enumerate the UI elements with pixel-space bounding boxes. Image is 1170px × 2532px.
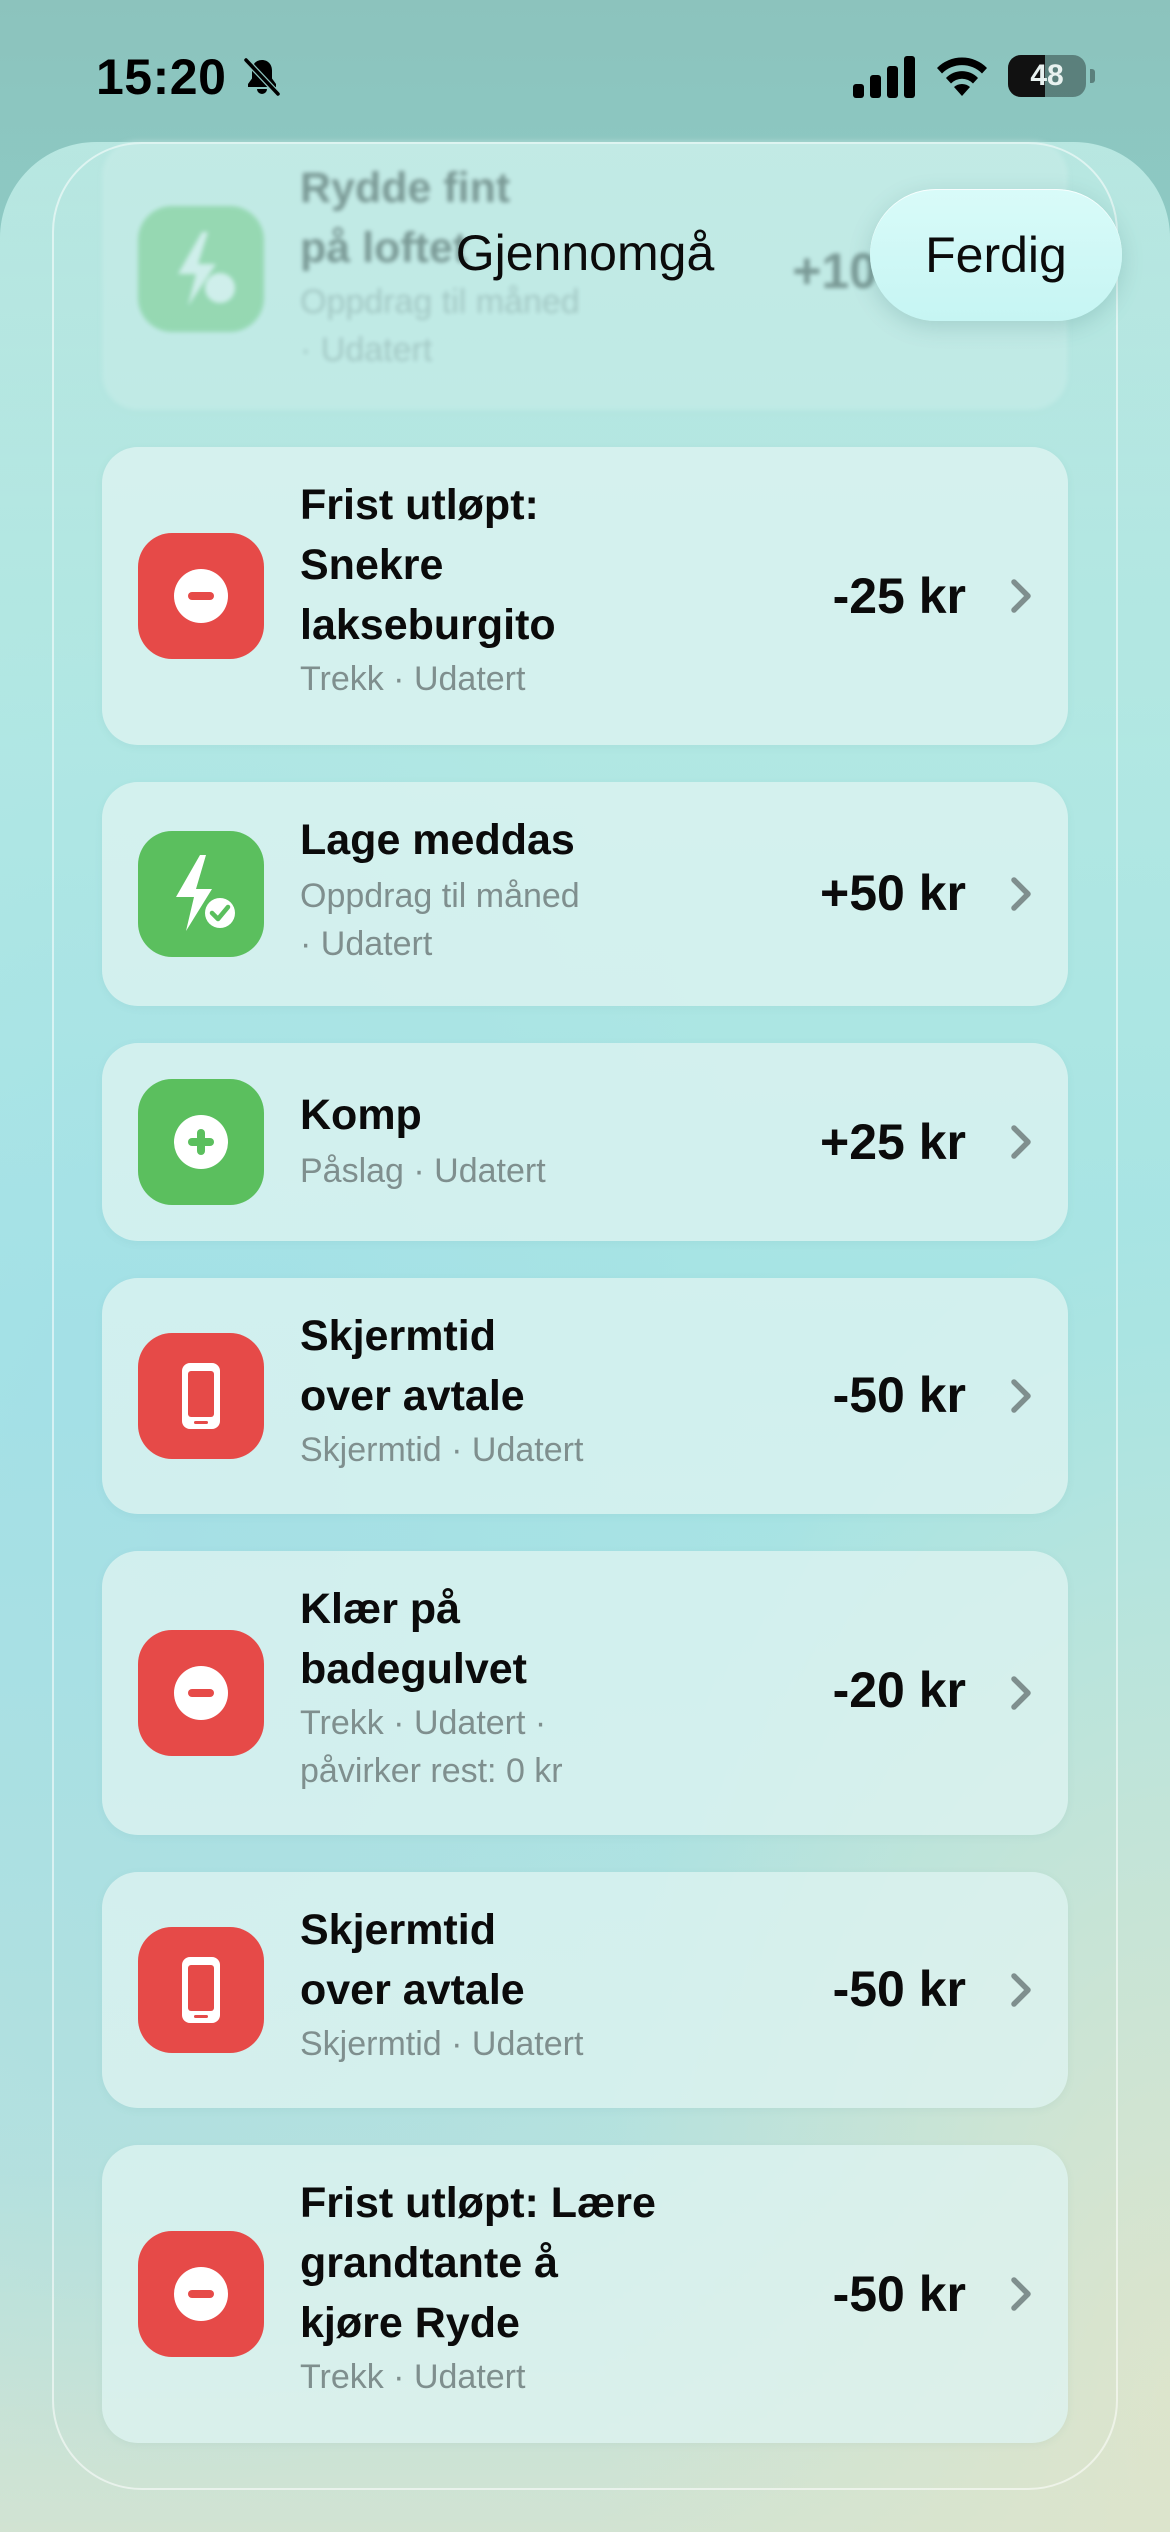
- list-item[interactable]: Skjermtid over avtale Skjermtid · Udatert -…: [102, 1872, 1068, 2108]
- item-title: Frist utløpt: Lære grandtante å kjøre Ryde: [300, 2173, 730, 2353]
- item-subtitle-line: Påslag · Udatert: [300, 1152, 546, 1190]
- item-title-line: grandtante å: [300, 2239, 559, 2287]
- phone-icon: [138, 1927, 264, 2053]
- item-subtitle: Påslag · Udatert: [300, 1147, 700, 1195]
- list-item[interactable]: Lage meddas Oppdrag til måned · Udatert +50…: [102, 782, 1068, 1006]
- item-title-line: Frist utløpt: Lære: [300, 2179, 656, 2227]
- minus-circle-icon: [138, 1630, 264, 1756]
- chevron-right-icon: [1011, 1379, 1031, 1413]
- minus-circle-icon: [138, 2231, 264, 2357]
- item-subtitle: Skjermtid · Udatert: [300, 1426, 700, 1474]
- item-title: Frist utløpt: Snekre lakseburgito: [300, 475, 730, 655]
- item-subtitle-line: Skjermtid · Udatert: [300, 2025, 584, 2063]
- status-time: 15:20: [96, 49, 227, 105]
- lightning-check-icon: [138, 831, 264, 957]
- item-subtitle-line: Trekk · Udatert ·: [300, 1704, 547, 1742]
- done-button[interactable]: Ferdig: [870, 189, 1122, 321]
- item-title-line: over avtale: [300, 1372, 525, 1420]
- item-amount: -20 kr: [832, 1662, 966, 1718]
- item-subtitle-line: · Udatert: [300, 331, 433, 369]
- battery-indicator: 48: [1008, 55, 1096, 99]
- item-title-line: Rydde fint: [300, 164, 511, 212]
- status-bar: 15:20 48: [0, 0, 1170, 150]
- chevron-right-icon: [1011, 2277, 1031, 2311]
- item-subtitle-line: Trekk · Udatert: [300, 2358, 526, 2396]
- item-title-line: over avtale: [300, 1966, 525, 2014]
- item-title: Lage meddas: [300, 810, 730, 870]
- item-subtitle-line: Skjermtid · Udatert: [300, 1431, 584, 1469]
- cellular-signal-icon: [853, 56, 915, 98]
- item-title-line: Skjermtid: [300, 1906, 496, 1954]
- battery-percent: 48: [1030, 59, 1064, 92]
- list-item[interactable]: Skjermtid over avtale Skjermtid · Udatert -…: [102, 1278, 1068, 1514]
- item-title-line: Skjermtid: [300, 1312, 496, 1360]
- item-subtitle: Trekk · Udatert: [300, 655, 700, 703]
- item-title: Skjermtid over avtale: [300, 1900, 730, 2020]
- item-title-line: lakseburgito: [300, 601, 556, 649]
- item-amount: -25 kr: [832, 568, 966, 624]
- plus-circle-icon: [138, 1079, 264, 1205]
- item-subtitle: Skjermtid · Udatert: [300, 2020, 700, 2068]
- item-title-line: Frist utløpt:: [300, 481, 539, 529]
- item-subtitle-line: Oppdrag til måned: [300, 283, 580, 321]
- chevron-right-icon: [1011, 1973, 1031, 2007]
- item-subtitle-line: · Udatert: [300, 925, 433, 963]
- item-amount: -50 kr: [832, 1961, 966, 2017]
- item-title-line: Klær på: [300, 1585, 461, 1633]
- chevron-right-icon: [1011, 1125, 1031, 1159]
- list-item[interactable]: Klær på badegulvet Trekk · Udatert · påvirk…: [102, 1551, 1068, 1835]
- item-title-line: Snekre: [300, 541, 444, 589]
- item-subtitle-line: Trekk · Udatert: [300, 660, 526, 698]
- phone-icon: [138, 1333, 264, 1459]
- item-title: Komp: [300, 1085, 730, 1145]
- item-amount: +25 kr: [820, 1114, 966, 1170]
- item-title-line: kjøre Ryde: [300, 2299, 520, 2347]
- item-subtitle: Trekk · Udatert: [300, 2353, 700, 2401]
- item-subtitle: Oppdrag til måned · Udatert: [300, 872, 700, 968]
- minus-circle-icon: [138, 533, 264, 659]
- item-amount: -50 kr: [832, 1367, 966, 1423]
- bell-slash-icon: [243, 57, 281, 97]
- list-item[interactable]: Frist utløpt: Lære grandtante å kjøre Ryde…: [102, 2145, 1068, 2443]
- item-subtitle: Trekk · Udatert · påvirker rest: 0 kr: [300, 1699, 700, 1795]
- list-item[interactable]: Komp Påslag · Udatert +25 kr: [102, 1043, 1068, 1241]
- item-title: Skjermtid over avtale: [300, 1306, 730, 1426]
- item-title-line: badegulvet: [300, 1645, 527, 1693]
- chevron-right-icon: [1011, 877, 1031, 911]
- chevron-right-icon: [1011, 1676, 1031, 1710]
- item-subtitle-line: påvirker rest: 0 kr: [300, 1752, 563, 1790]
- lightning-check-icon: [138, 206, 264, 332]
- item-subtitle-line: Oppdrag til måned: [300, 877, 580, 915]
- sheet-title: Gjennomgå: [455, 225, 715, 281]
- item-title: Klær på badegulvet: [300, 1579, 730, 1699]
- chevron-right-icon: [1011, 579, 1031, 613]
- item-title-line: Komp: [300, 1091, 422, 1139]
- item-amount: -50 kr: [832, 2266, 966, 2322]
- wifi-icon: [937, 57, 987, 96]
- list-item[interactable]: Frist utløpt: Snekre lakseburgito Trekk · U…: [102, 447, 1068, 745]
- item-title-line: Lage meddas: [300, 816, 575, 864]
- item-amount: +50 kr: [820, 865, 966, 921]
